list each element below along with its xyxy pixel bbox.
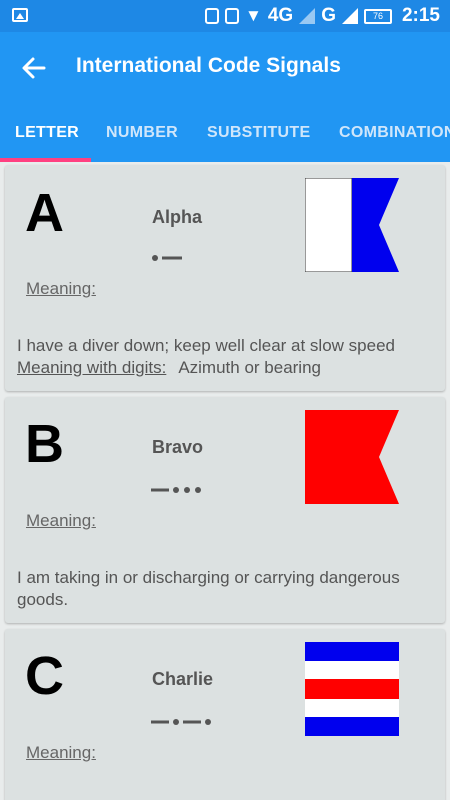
vibrate-icon xyxy=(225,8,239,24)
signal-card-alpha[interactable]: A Alpha Meaning: I have a diver down; ke… xyxy=(5,165,445,391)
morse-code xyxy=(151,487,201,493)
morse-code xyxy=(152,255,182,261)
meaning-label: Meaning: xyxy=(26,279,96,298)
alpha-flag-image xyxy=(305,178,399,272)
app-bar: International Code Signals xyxy=(0,32,450,104)
page-title: International Code Signals xyxy=(76,54,341,77)
status-bar: ▼ 4G G 76 2:15 xyxy=(0,0,450,32)
signal-icon xyxy=(299,8,316,24)
tab-number[interactable]: NUMBER xyxy=(106,124,178,142)
tab-combination[interactable]: COMBINATION xyxy=(339,124,450,142)
meaning-text: I have a diver down; keep well clear at … xyxy=(17,335,437,379)
bravo-flag-image xyxy=(305,410,399,504)
arrow-left-icon xyxy=(22,57,46,79)
tab-bar: LETTER NUMBER SUBSTITUTE COMBINATION xyxy=(0,104,450,162)
gallery-icon xyxy=(12,8,28,22)
meaning-label: Meaning: xyxy=(26,511,96,530)
digits-meaning-label: Meaning with digits: xyxy=(17,358,167,377)
signal-card-bravo[interactable]: B Bravo Meaning: I am taking in or disch… xyxy=(5,397,445,623)
meaning-value: I am taking in or discharging or carryin… xyxy=(17,568,400,609)
charlie-flag-image xyxy=(305,642,399,736)
location-icon xyxy=(205,8,219,24)
tab-letter[interactable]: LETTER xyxy=(15,124,79,142)
meaning-label: Meaning: xyxy=(26,743,96,762)
signal-letter: A xyxy=(25,183,64,243)
signal-letter: B xyxy=(25,414,64,474)
digits-meaning-row: Meaning with digits: Azimuth or bearing xyxy=(17,357,437,379)
signal-word: Alpha xyxy=(152,207,203,227)
tab-substitute[interactable]: SUBSTITUTE xyxy=(207,124,310,142)
signal-icon xyxy=(341,8,358,24)
morse-code xyxy=(151,719,211,725)
meaning-value: I have a diver down; keep well clear at … xyxy=(17,336,395,355)
back-button[interactable] xyxy=(18,52,50,84)
wifi-icon: ▼ xyxy=(245,6,262,25)
signal-card-charlie[interactable]: C Charlie Meaning: xyxy=(5,629,445,800)
network-4g-label: 4G xyxy=(267,5,294,26)
signal-list[interactable]: A Alpha Meaning: I have a diver down; ke… xyxy=(0,162,450,800)
signal-letter: C xyxy=(25,646,64,706)
signal-word: Bravo xyxy=(152,437,204,457)
digits-meaning-value: Azimuth or bearing xyxy=(178,358,321,377)
status-icons: ▼ 4G G 76 2:15 xyxy=(205,4,440,28)
network-g-label: G xyxy=(321,5,336,26)
status-time: 2:15 xyxy=(401,5,440,26)
signal-word: Charlie xyxy=(152,669,214,689)
battery-icon: 76 xyxy=(363,8,392,24)
